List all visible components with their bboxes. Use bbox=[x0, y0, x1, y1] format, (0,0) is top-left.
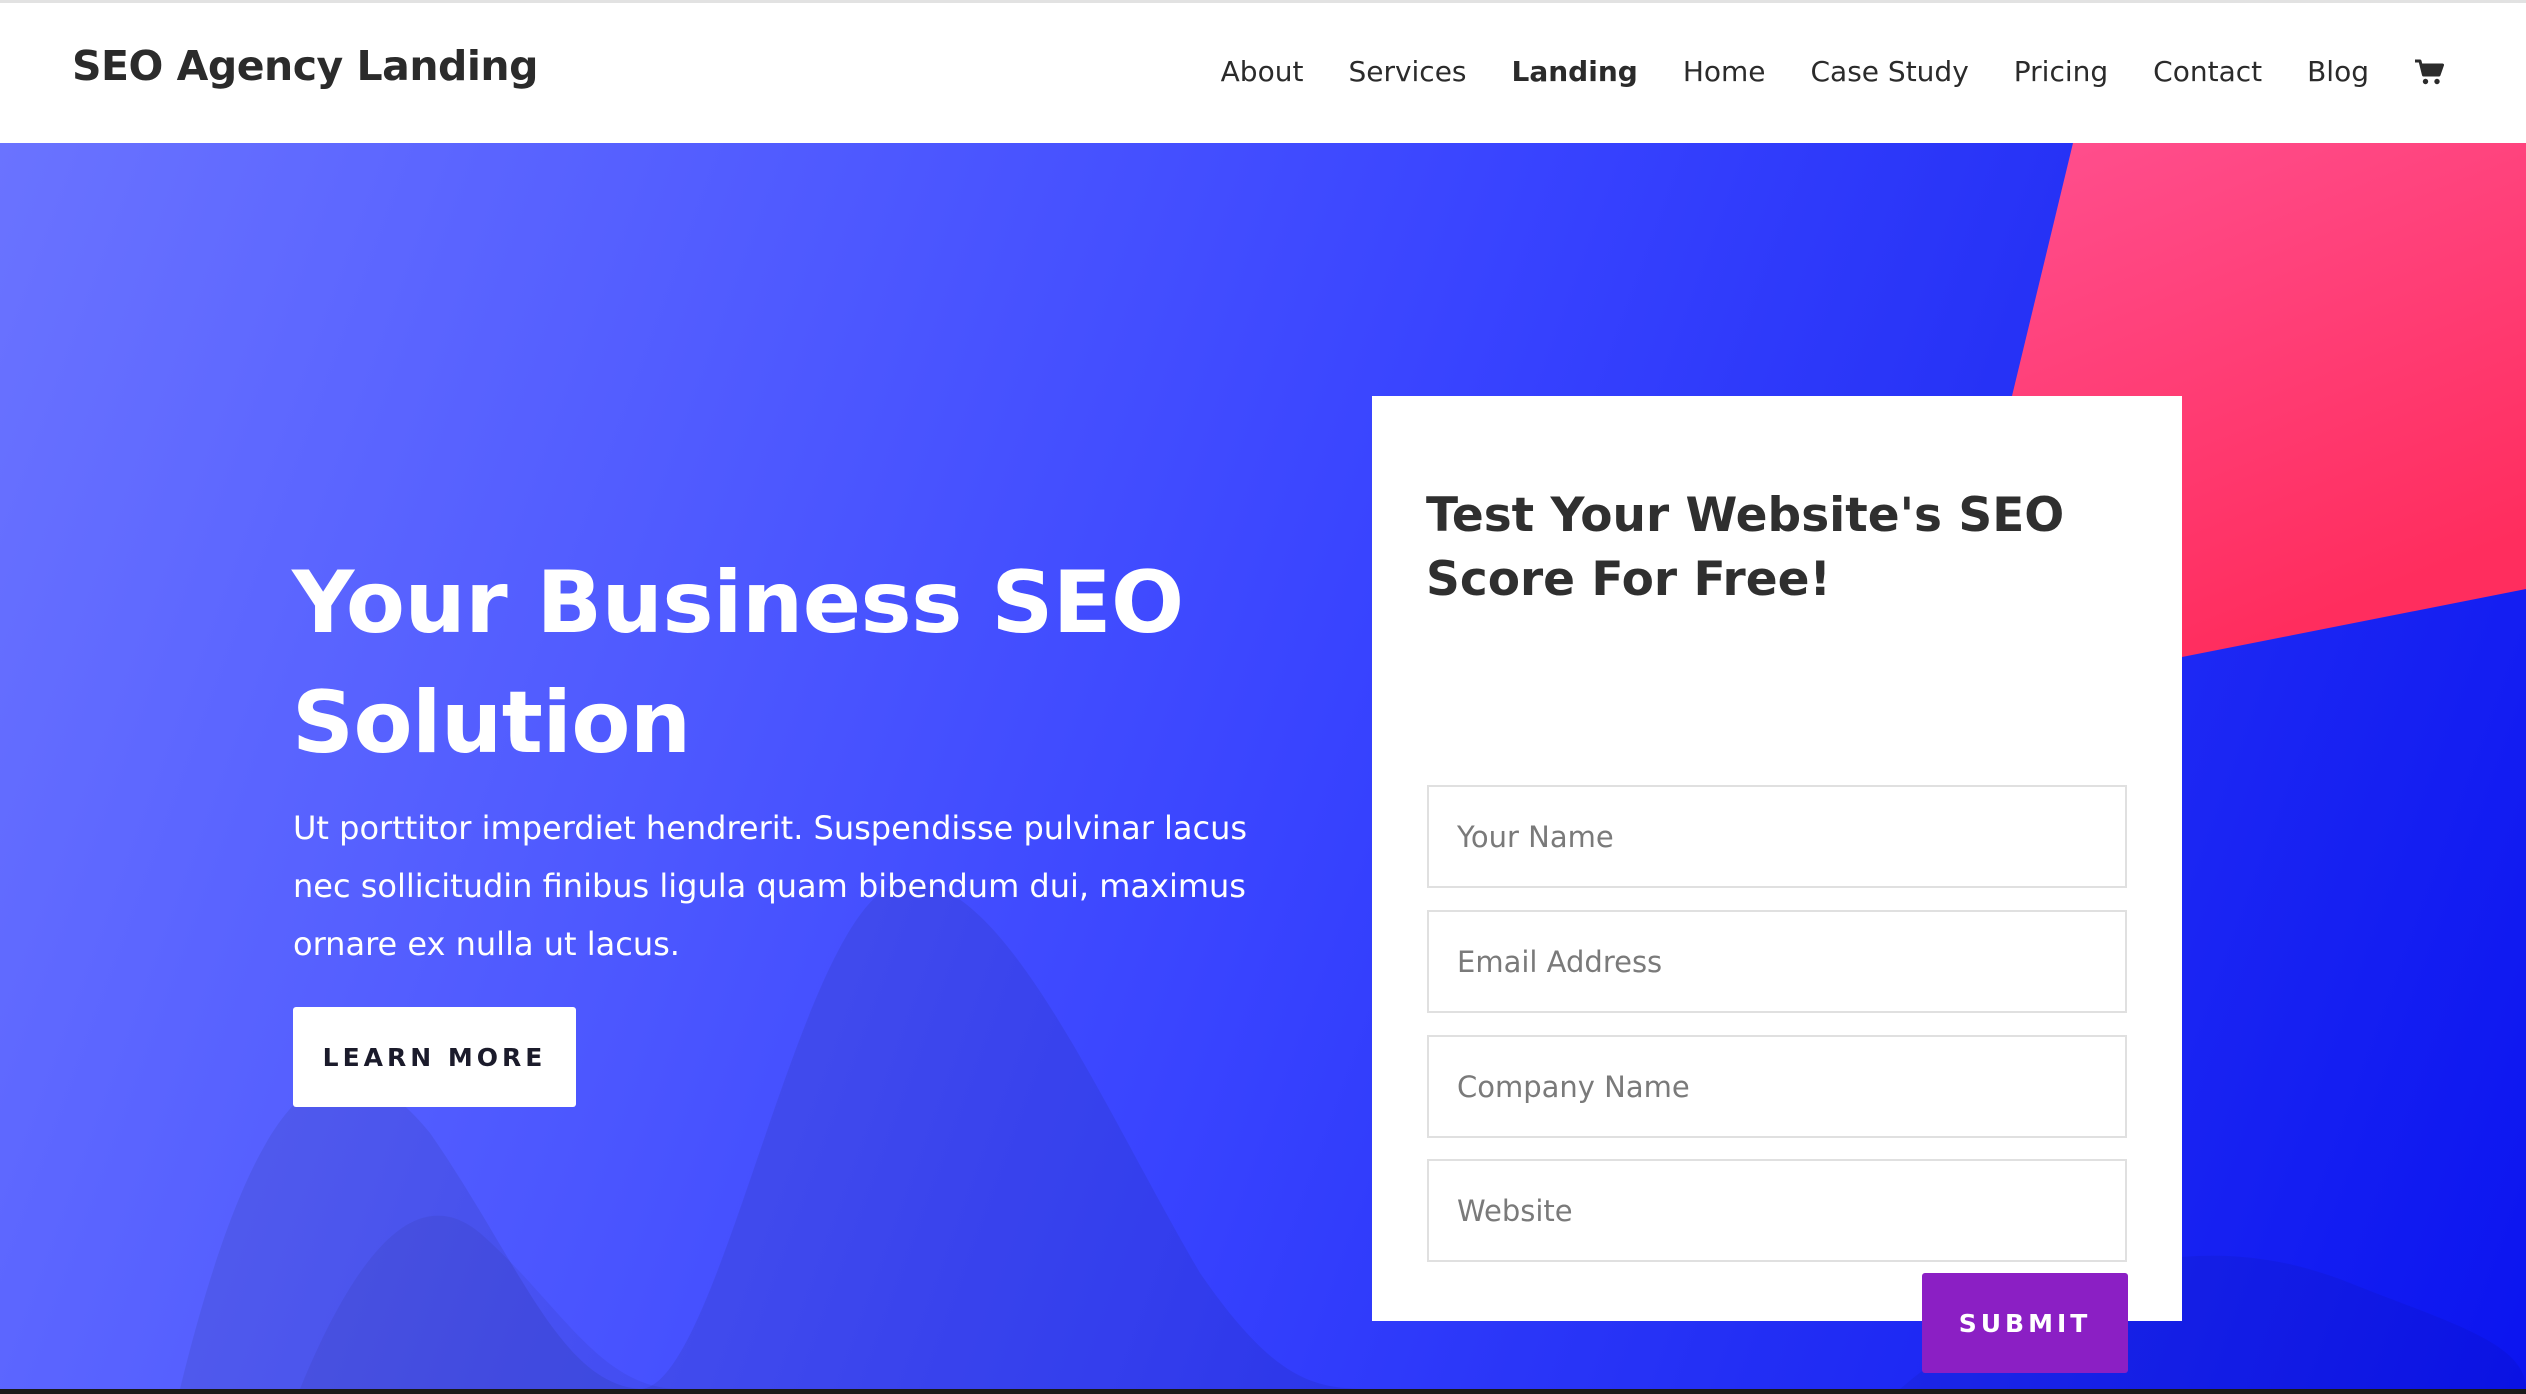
shopping-cart-icon[interactable] bbox=[2414, 58, 2444, 86]
nav-item-blog[interactable]: Blog bbox=[2307, 55, 2369, 88]
nav-item-pricing[interactable]: Pricing bbox=[2014, 55, 2108, 88]
name-input[interactable] bbox=[1427, 785, 2127, 888]
nav-item-home[interactable]: Home bbox=[1683, 55, 1766, 88]
page-bottom-strip bbox=[0, 1389, 2526, 1394]
nav-item-landing[interactable]: Landing bbox=[1512, 55, 1638, 88]
company-input[interactable] bbox=[1427, 1035, 2127, 1138]
hero-heading-line2: Solution bbox=[292, 673, 691, 773]
nav-item-about[interactable]: About bbox=[1221, 55, 1304, 88]
site-header: SEO Agency Landing About Services Landin… bbox=[0, 0, 2526, 143]
submit-button[interactable]: SUBMIT bbox=[1922, 1273, 2128, 1373]
website-input[interactable] bbox=[1427, 1159, 2127, 1262]
email-input[interactable] bbox=[1427, 910, 2127, 1013]
learn-more-button[interactable]: LEARN MORE bbox=[293, 1007, 576, 1107]
hero-description: Ut porttitor imperdiet hendrerit. Suspen… bbox=[293, 809, 1248, 963]
main-nav: About Services Landing Home Case Study P… bbox=[1221, 55, 2444, 88]
hero-heading-line1: Your Business SEO bbox=[292, 553, 1184, 653]
site-logo[interactable]: SEO Agency Landing bbox=[72, 42, 538, 90]
hero-heading: Your Business SEO Solution bbox=[292, 543, 1292, 783]
nav-item-case-study[interactable]: Case Study bbox=[1811, 55, 1969, 88]
hero-section: Your Business SEO Solution Ut porttitor … bbox=[0, 143, 2526, 1389]
nav-item-services[interactable]: Services bbox=[1348, 55, 1466, 88]
nav-item-contact[interactable]: Contact bbox=[2153, 55, 2262, 88]
seo-score-form: Test Your Website's SEO Score For Free! … bbox=[1372, 396, 2182, 1373]
form-title: Test Your Website's SEO Score For Free! bbox=[1426, 488, 2065, 607]
